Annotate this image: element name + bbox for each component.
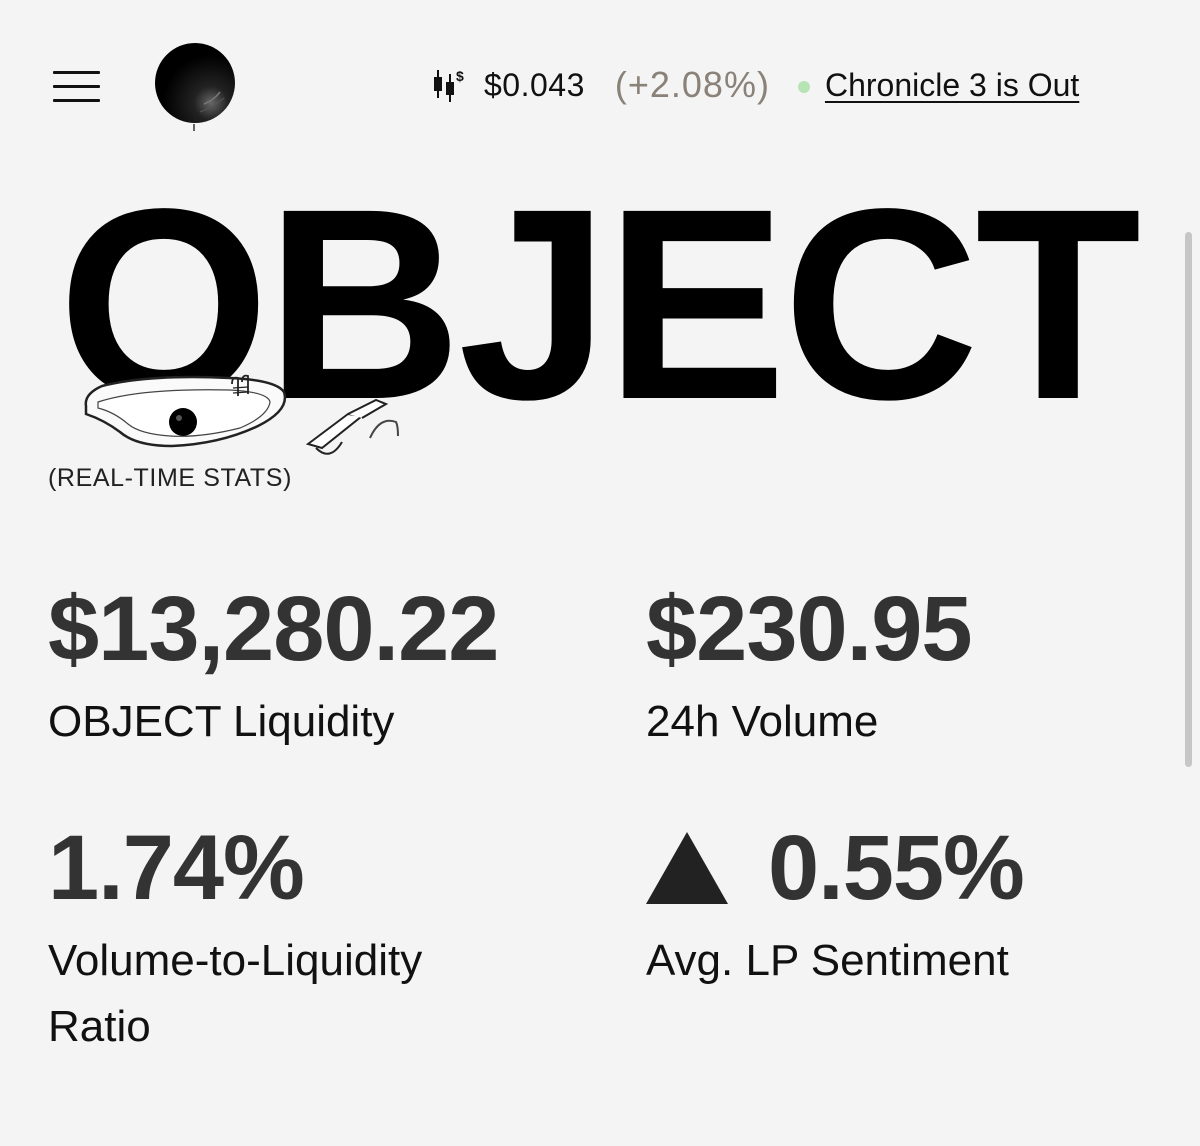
- sphere-logo-icon[interactable]: [154, 42, 236, 132]
- price-change: (+2.08%): [614, 64, 770, 105]
- stat-label: 24h Volume: [646, 697, 879, 746]
- stat-liquidity: $13,280.22 OBJECT Liquidity: [48, 578, 499, 755]
- status-dot: [797, 81, 810, 93]
- stat-value: $13,280.22: [48, 578, 499, 680]
- stat-ratio: 1.74% Volume-to-Liquidity Ratio: [48, 822, 518, 1060]
- pool-illustration-icon: [84, 374, 399, 455]
- stat-label: Avg. LP Sentiment: [646, 936, 1009, 985]
- up-triangle-icon: [646, 832, 728, 904]
- stat-value: 1.74%: [48, 817, 305, 919]
- svg-text:$: $: [456, 68, 464, 84]
- menu-bar: [53, 71, 100, 74]
- menu-button[interactable]: [53, 70, 100, 104]
- price-ticker: $ $0.043 (+2.08%) Chronicle 3 is Out: [432, 60, 1079, 110]
- token-price: $0.043: [484, 66, 585, 103]
- stat-value: 0.55%: [768, 817, 1025, 919]
- candlestick-dollar-icon: $: [434, 68, 464, 102]
- stat-value: $230.95: [646, 578, 973, 680]
- hero-subtitle: (REAL-TIME STATS): [48, 464, 293, 492]
- stat-label: Volume-to-Liquidity Ratio: [48, 936, 423, 1051]
- stat-volume: $230.95 24h Volume: [646, 578, 973, 755]
- chronicle-link[interactable]: Chronicle 3 is Out: [825, 67, 1079, 104]
- menu-bar: [53, 85, 100, 88]
- scrollbar[interactable]: [1185, 232, 1192, 767]
- stat-sentiment: 0.55% Avg. LP Sentiment: [646, 817, 1025, 994]
- menu-bar: [53, 99, 100, 102]
- stat-label: OBJECT Liquidity: [48, 697, 395, 746]
